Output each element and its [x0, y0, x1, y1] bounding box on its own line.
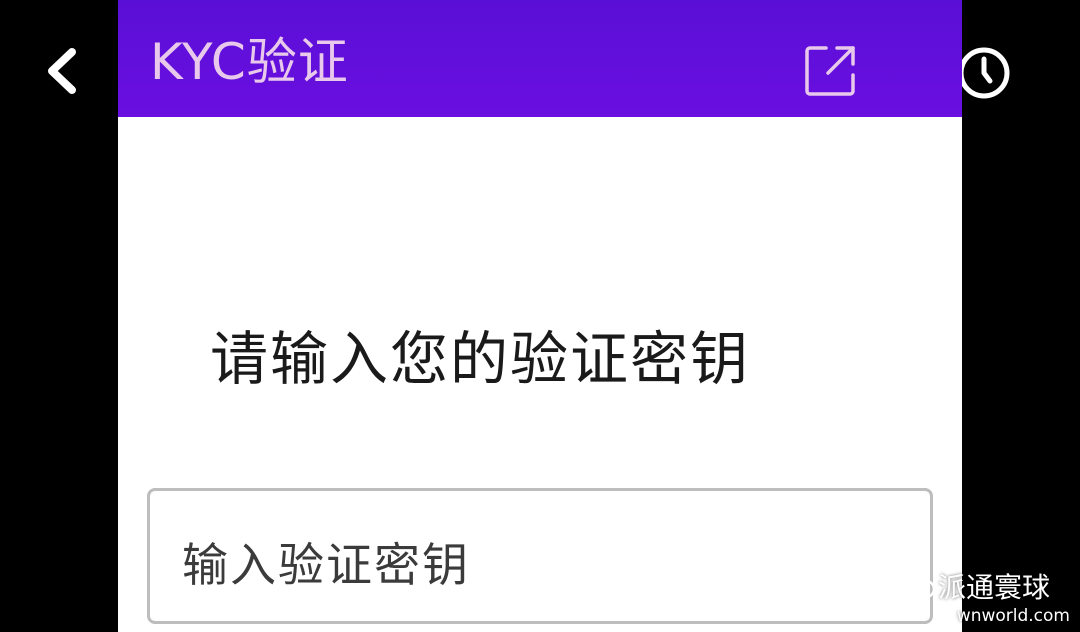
watermark-url: wnworld.com: [956, 606, 1070, 626]
app-screen: KYC验证 请输入您的验证密钥 输入验证密钥: [118, 0, 962, 632]
watermark-name: 派通寰球: [938, 571, 1051, 604]
app-header: KYC验证: [118, 0, 962, 117]
chevron-left-icon[interactable]: [40, 46, 84, 96]
verification-key-input[interactable]: 输入验证密钥: [147, 488, 933, 624]
wechat-icon: [896, 569, 936, 600]
key-input-placeholder: 输入验证密钥: [182, 538, 470, 592]
external-link-icon[interactable]: [804, 43, 858, 97]
verification-heading: 请输入您的验证密钥: [210, 325, 751, 393]
page-title: KYC验证: [150, 33, 349, 91]
watermark: 派通寰球 wnworld.com: [896, 566, 1076, 628]
clock-icon[interactable]: [956, 45, 1012, 101]
